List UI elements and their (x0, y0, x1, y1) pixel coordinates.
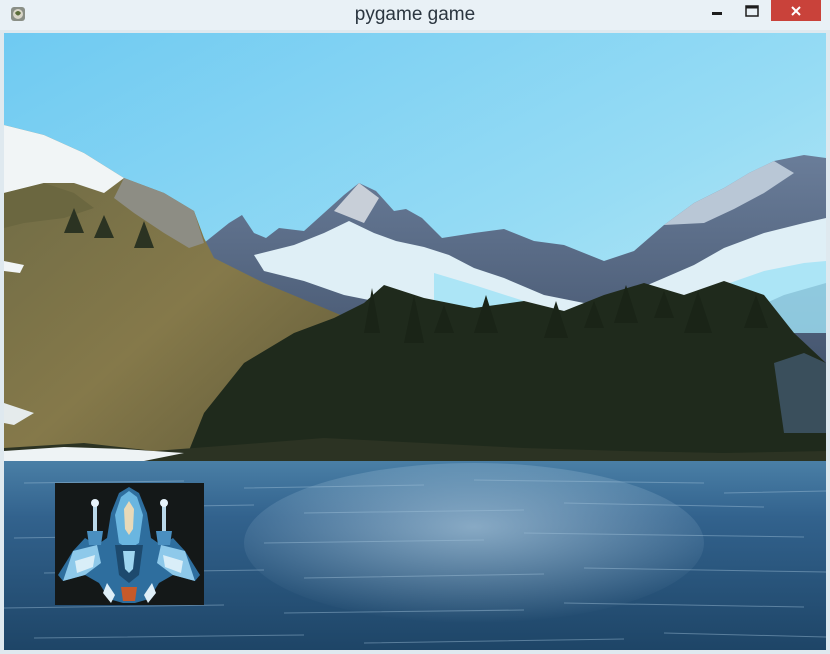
game-canvas[interactable] (4, 33, 826, 650)
maximize-button[interactable] (738, 0, 766, 21)
maximize-icon (745, 4, 759, 17)
close-icon (791, 5, 801, 16)
minimize-button[interactable] (704, 0, 730, 21)
player-spaceship (55, 483, 204, 605)
close-button[interactable] (771, 0, 821, 21)
minimize-icon (712, 11, 722, 15)
game-window: pygame game (0, 0, 830, 654)
blue-fighter-spaceship (55, 483, 204, 605)
title-bar[interactable]: pygame game (0, 0, 830, 30)
